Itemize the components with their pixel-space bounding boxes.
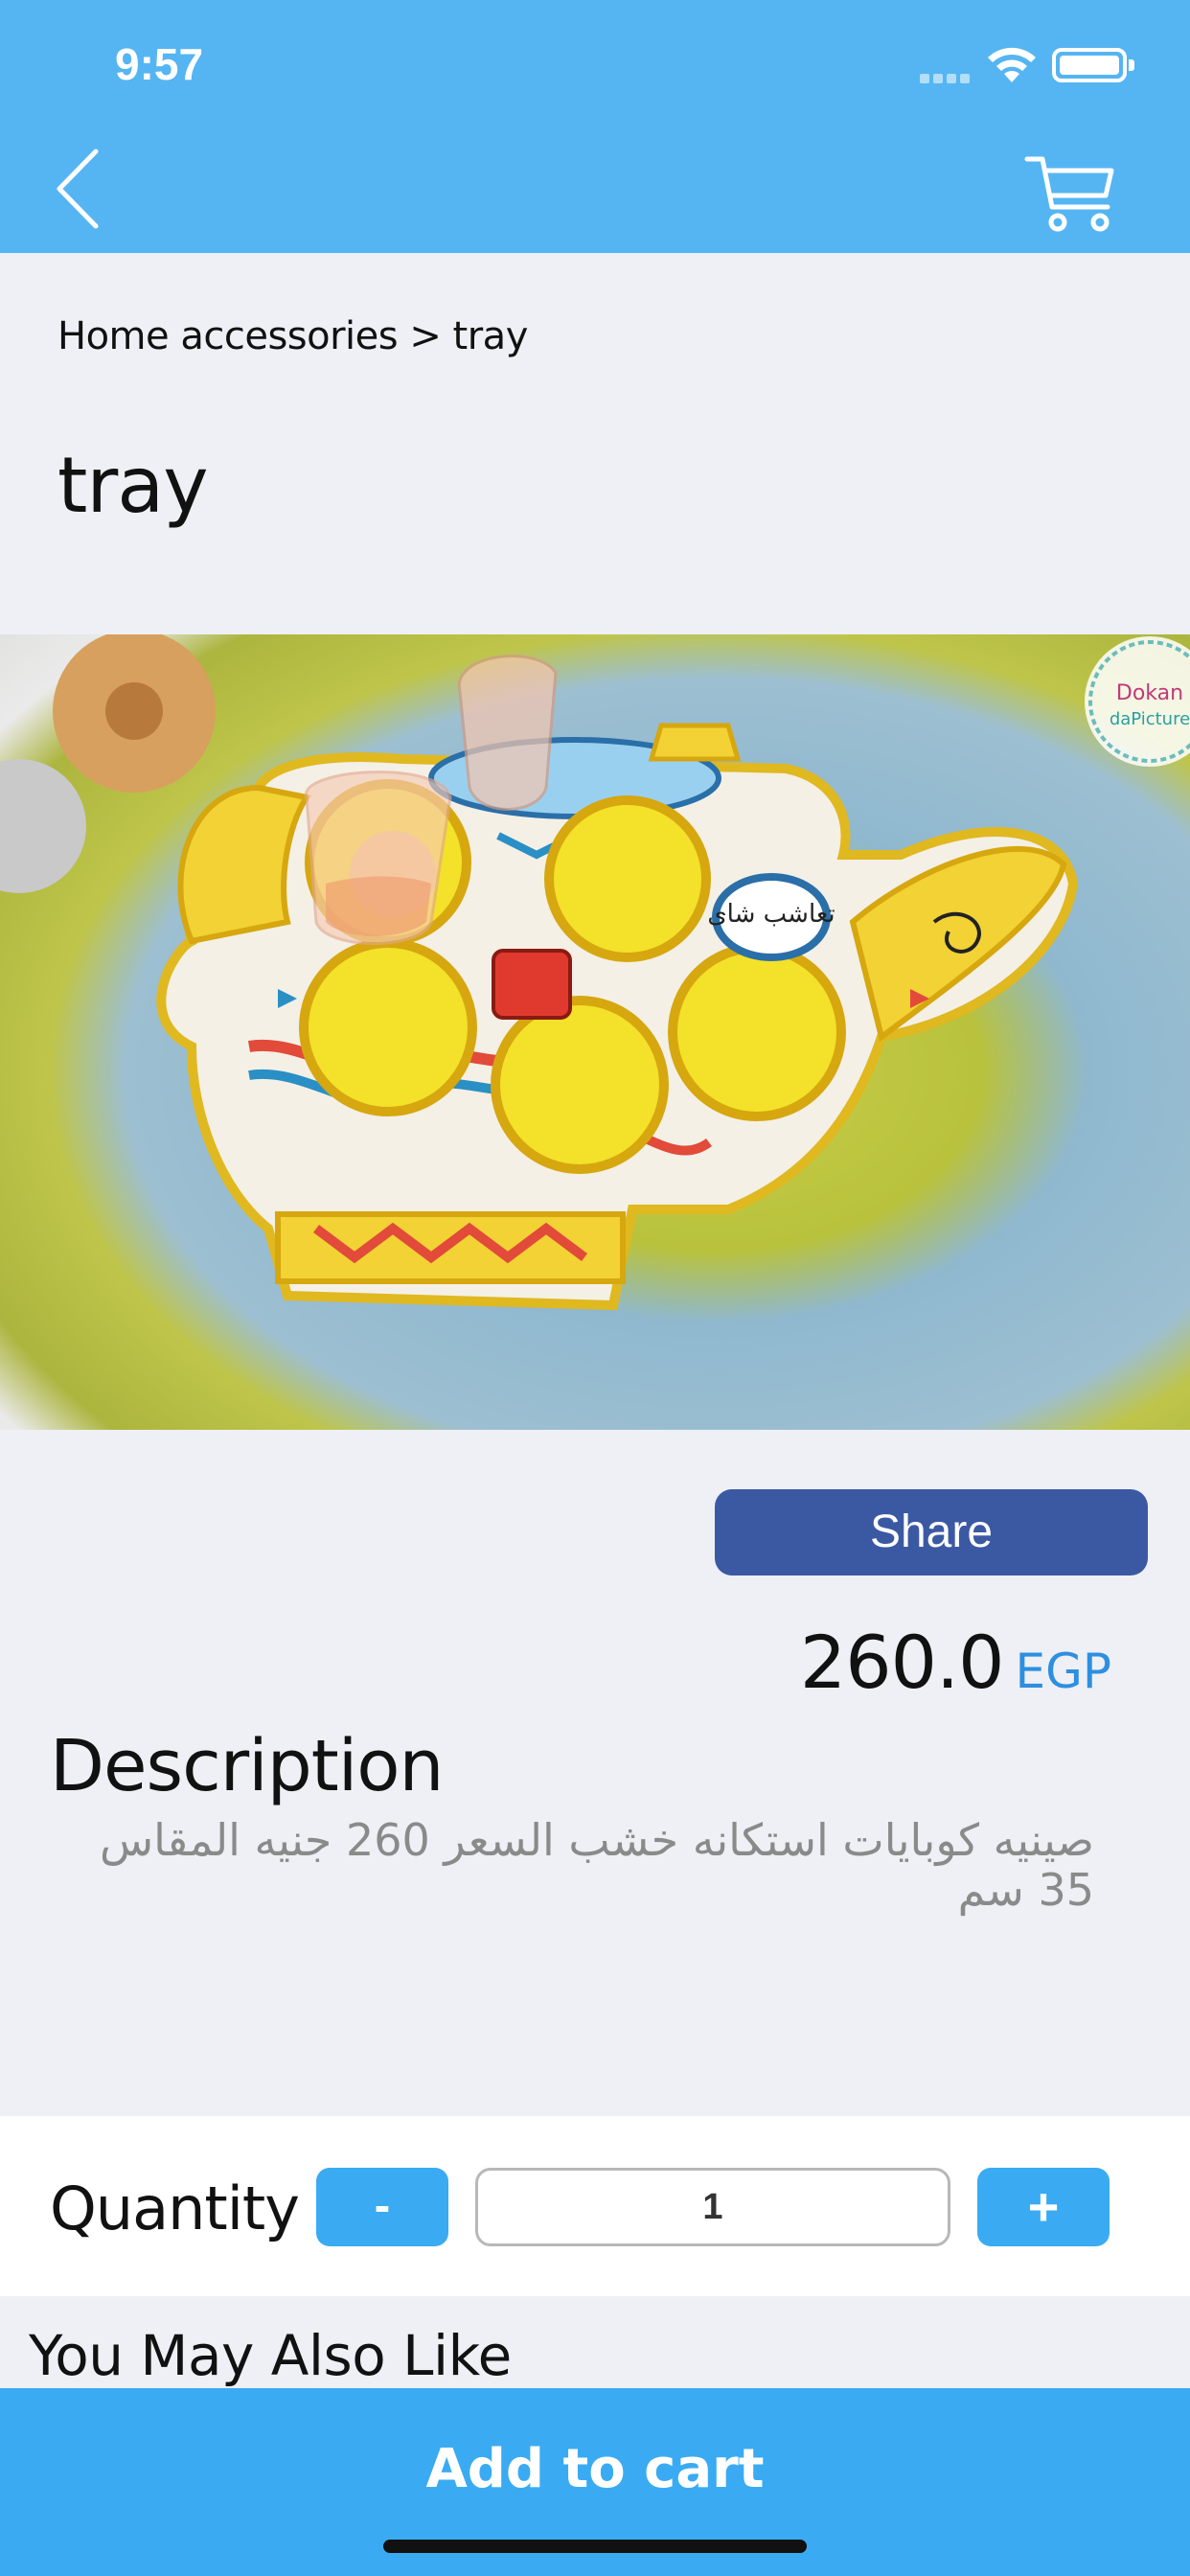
product-title: tray xyxy=(57,441,209,530)
home-indicator xyxy=(383,2540,807,2553)
tray-photo: تعاشب شاى Dokan daPicture xyxy=(0,634,1190,1430)
battery-icon xyxy=(1052,48,1134,82)
breadcrumb[interactable]: Home accessories > tray xyxy=(57,314,528,358)
quantity-input[interactable] xyxy=(475,2168,950,2246)
price-currency: EGP xyxy=(1015,1644,1112,1699)
quantity-decrease-button[interactable]: - xyxy=(316,2168,448,2246)
product-header: Home accessories > tray tray xyxy=(0,253,1190,617)
quantity-label: Quantity xyxy=(50,2174,300,2243)
svg-text:daPicture: daPicture xyxy=(1110,709,1190,729)
price: 260.0 EGP xyxy=(800,1620,1111,1705)
add-to-cart-label: Add to cart xyxy=(425,2438,765,2500)
status-time: 9:57 xyxy=(115,39,204,89)
description-title: Description xyxy=(50,1725,444,1807)
nav-bar xyxy=(0,126,1190,253)
cellular-signal-icon xyxy=(920,71,975,83)
cart-icon[interactable] xyxy=(1023,144,1119,240)
back-chevron-icon[interactable] xyxy=(48,146,115,232)
share-button[interactable]: Share xyxy=(715,1489,1148,1576)
tray-arabic-text: تعاشب شاى xyxy=(707,900,835,929)
status-bar: 9:57 xyxy=(0,0,1190,126)
watermark-logo: Dokan xyxy=(1116,681,1183,705)
quantity-increase-button[interactable]: + xyxy=(977,2168,1110,2246)
wifi-icon xyxy=(988,47,1036,82)
quantity-section: Quantity - + xyxy=(0,2116,1190,2296)
price-value: 260.0 xyxy=(799,1620,1005,1705)
recommendations-title: You May Also Like xyxy=(29,2323,512,2388)
description-text: صينيه كوبايات استكانه خشب السعر 260 جنيه… xyxy=(100,1814,1094,1916)
product-image[interactable]: تعاشب شاى Dokan daPicture xyxy=(0,634,1190,1430)
